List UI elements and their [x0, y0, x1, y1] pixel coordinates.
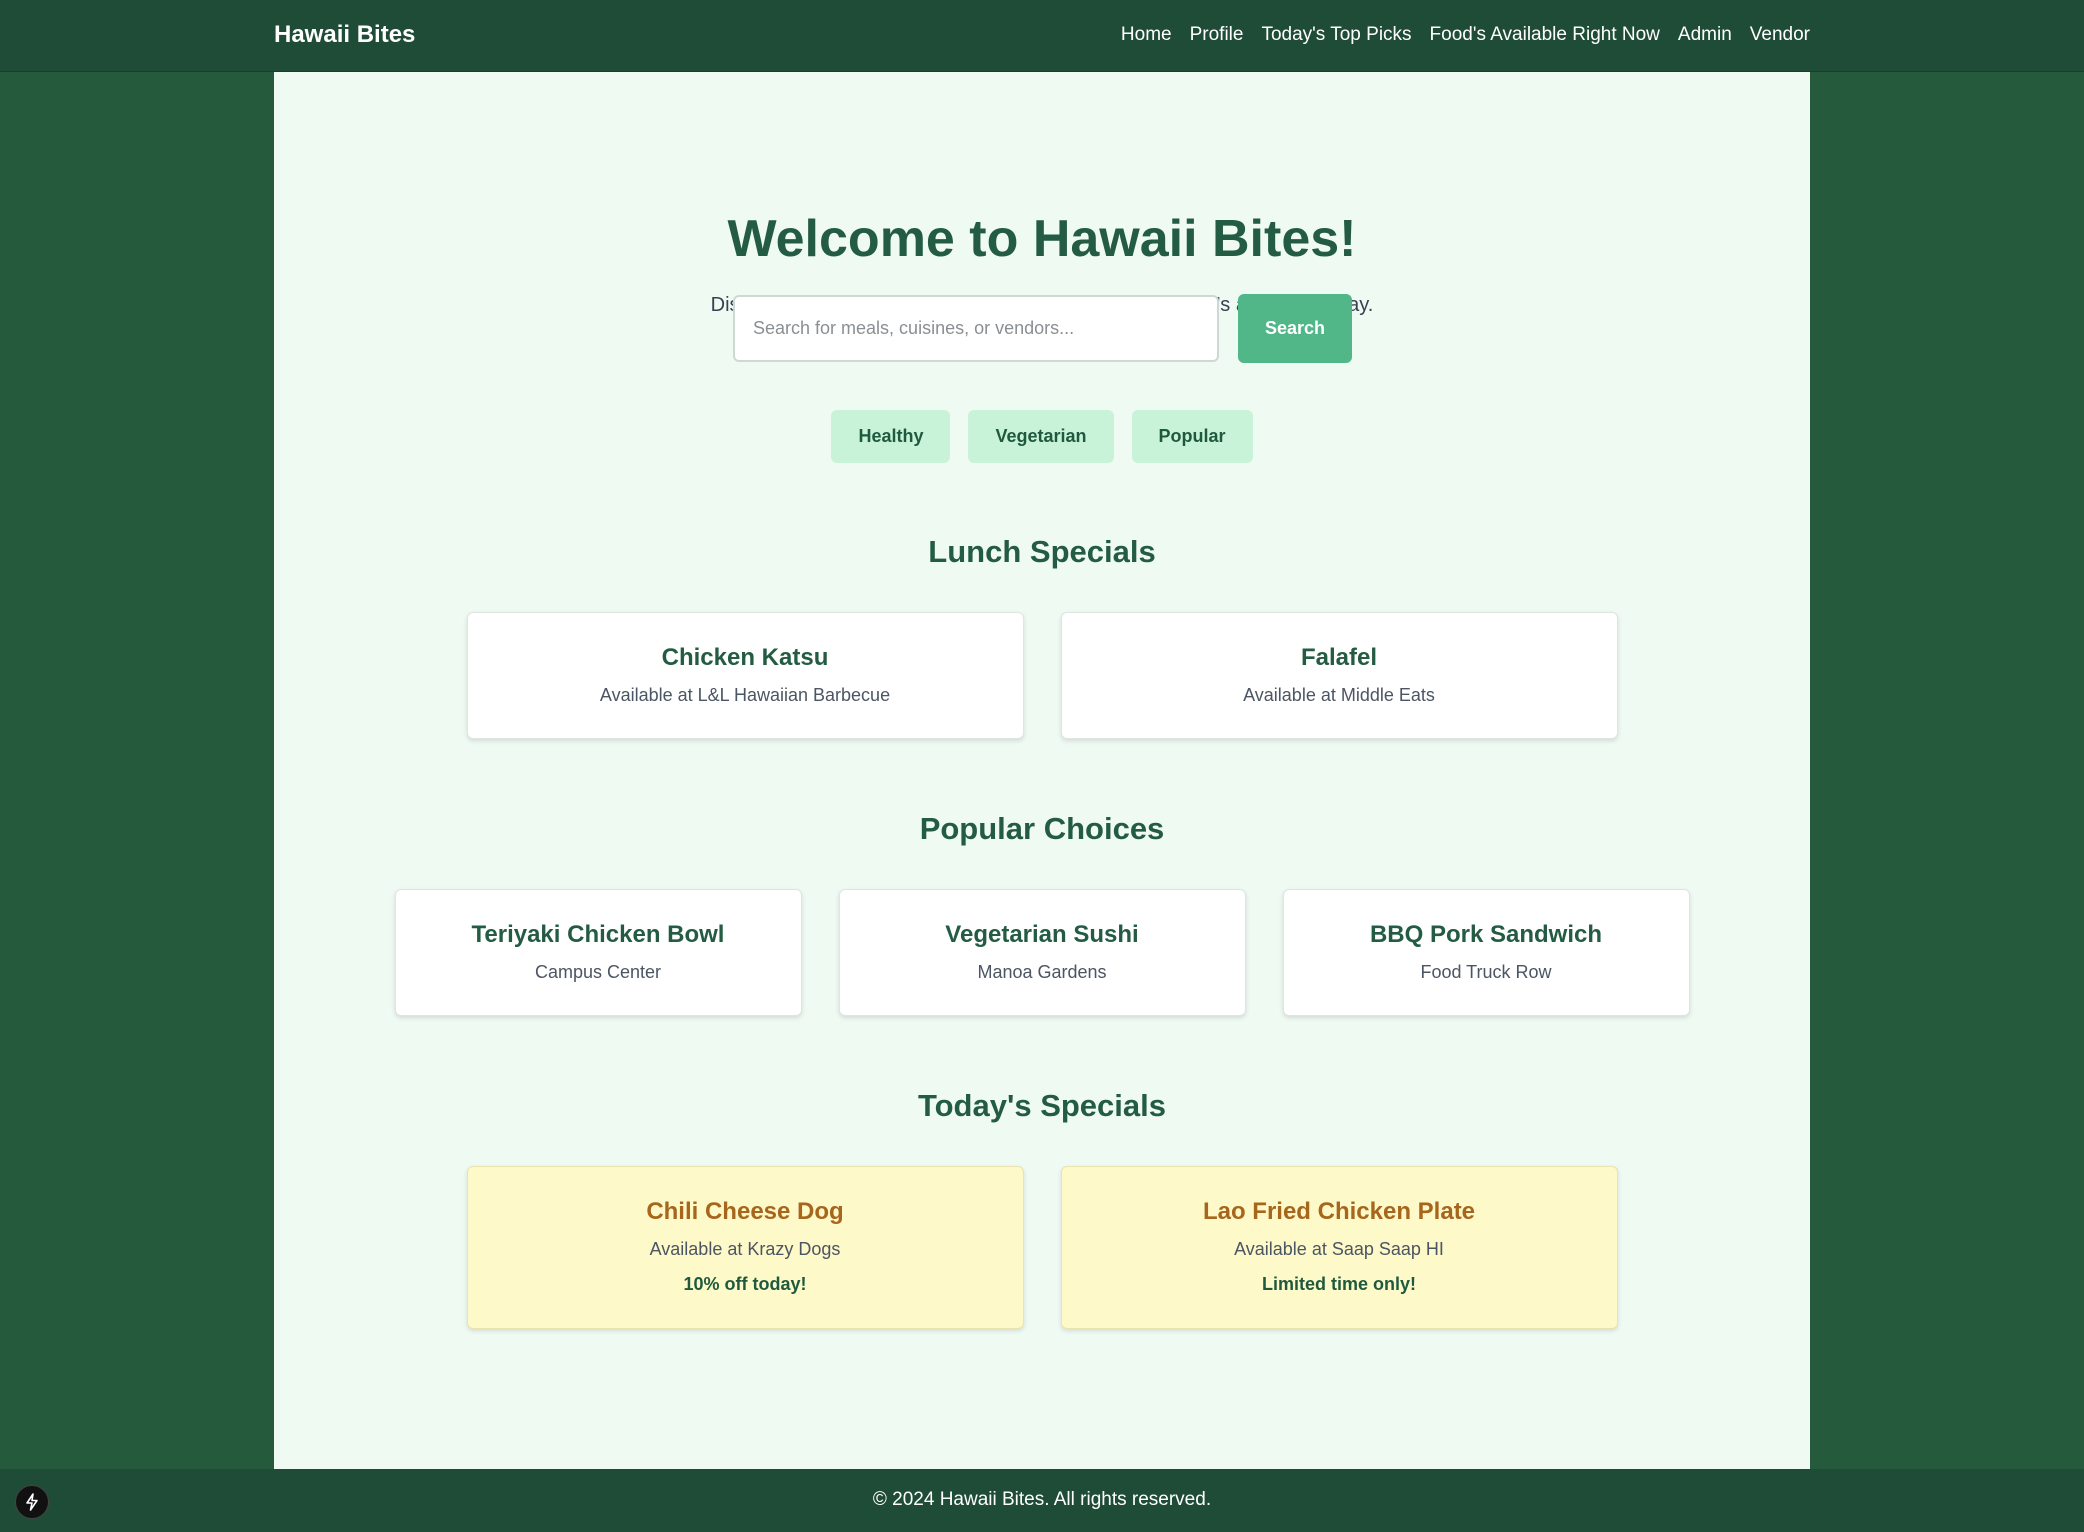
- main-nav: Home Profile Today's Top Picks Food's Av…: [1121, 20, 1810, 50]
- special-card[interactable]: Lao Fried Chicken Plate Available at Saa…: [1060, 1166, 1618, 1329]
- copyright-text: © 2024 Hawaii Bites. All rights reserved…: [872, 1489, 1212, 1510]
- food-card-name: Teriyaki Chicken Bowl: [471, 921, 725, 948]
- search-input[interactable]: [733, 295, 1219, 362]
- special-card-location: Available at Krazy Dogs: [649, 1239, 841, 1259]
- todays-specials-list: Chili Cheese Dog Available at Krazy Dogs…: [274, 1166, 1810, 1329]
- nav-link-available-now[interactable]: Food's Available Right Now: [1430, 20, 1660, 50]
- food-card[interactable]: Chicken Katsu Available at L&L Hawaiian …: [466, 612, 1024, 739]
- section-title-todays-specials: Today's Specials: [917, 1088, 1166, 1123]
- filter-chips: Healthy Vegetarian Popular: [274, 410, 1810, 463]
- food-card[interactable]: Teriyaki Chicken Bowl Campus Center: [394, 889, 802, 1016]
- food-card-location: Available at Middle Eats: [1243, 685, 1435, 705]
- special-card[interactable]: Chili Cheese Dog Available at Krazy Dogs…: [466, 1166, 1024, 1329]
- food-card-location: Manoa Gardens: [977, 962, 1107, 982]
- filter-vegetarian[interactable]: Vegetarian: [968, 410, 1114, 463]
- lunch-specials-list: Chicken Katsu Available at L&L Hawaiian …: [274, 612, 1810, 739]
- food-card[interactable]: Falafel Available at Middle Eats: [1060, 612, 1618, 739]
- section-title-lunch-specials: Lunch Specials: [928, 534, 1156, 569]
- food-card[interactable]: BBQ Pork Sandwich Food Truck Row: [1282, 889, 1690, 1016]
- food-card-location: Available at L&L Hawaiian Barbecue: [599, 685, 891, 705]
- special-card-name: Chili Cheese Dog: [646, 1198, 844, 1225]
- food-card-name: BBQ Pork Sandwich: [1369, 921, 1603, 948]
- page-title: Welcome to Hawaii Bites!: [727, 210, 1357, 268]
- special-card-offer: 10% off today!: [683, 1274, 807, 1294]
- lightning-bolt-icon[interactable]: [15, 1485, 49, 1519]
- search-button[interactable]: Search: [1238, 294, 1352, 363]
- page-footer: © 2024 Hawaii Bites. All rights reserved…: [0, 1469, 2084, 1532]
- popular-choices-list: Teriyaki Chicken Bowl Campus Center Vege…: [274, 889, 1810, 1016]
- special-card-location: Available at Saap Saap HI: [1234, 1239, 1444, 1259]
- food-card-name: Falafel: [1300, 644, 1378, 671]
- food-card-name: Chicken Katsu: [661, 644, 829, 671]
- nav-link-profile[interactable]: Profile: [1190, 20, 1244, 50]
- nav-link-top-picks[interactable]: Today's Top Picks: [1261, 20, 1411, 50]
- nav-link-home[interactable]: Home: [1121, 20, 1172, 50]
- food-card-location: Campus Center: [534, 962, 662, 982]
- top-navbar: Hawaii Bites Home Profile Today's Top Pi…: [0, 0, 2084, 72]
- special-card-offer: Limited time only!: [1261, 1274, 1416, 1294]
- main-content: Welcome to Hawaii Bites! Discover your f…: [274, 72, 1810, 1469]
- section-title-popular-choices: Popular Choices: [919, 811, 1165, 846]
- app-window: Hawaii Bites Home Profile Today's Top Pi…: [0, 0, 2084, 1532]
- nav-link-admin[interactable]: Admin: [1678, 20, 1732, 50]
- nav-link-vendor[interactable]: Vendor: [1750, 20, 1810, 50]
- special-card-name: Lao Fried Chicken Plate: [1202, 1198, 1476, 1225]
- food-card[interactable]: Vegetarian Sushi Manoa Gardens: [838, 889, 1246, 1016]
- brand-logo-text[interactable]: Hawaii Bites: [274, 20, 415, 50]
- filter-healthy[interactable]: Healthy: [831, 410, 951, 463]
- food-card-location: Food Truck Row: [1420, 962, 1552, 982]
- food-card-name: Vegetarian Sushi: [945, 921, 1139, 948]
- filter-popular[interactable]: Popular: [1131, 410, 1253, 463]
